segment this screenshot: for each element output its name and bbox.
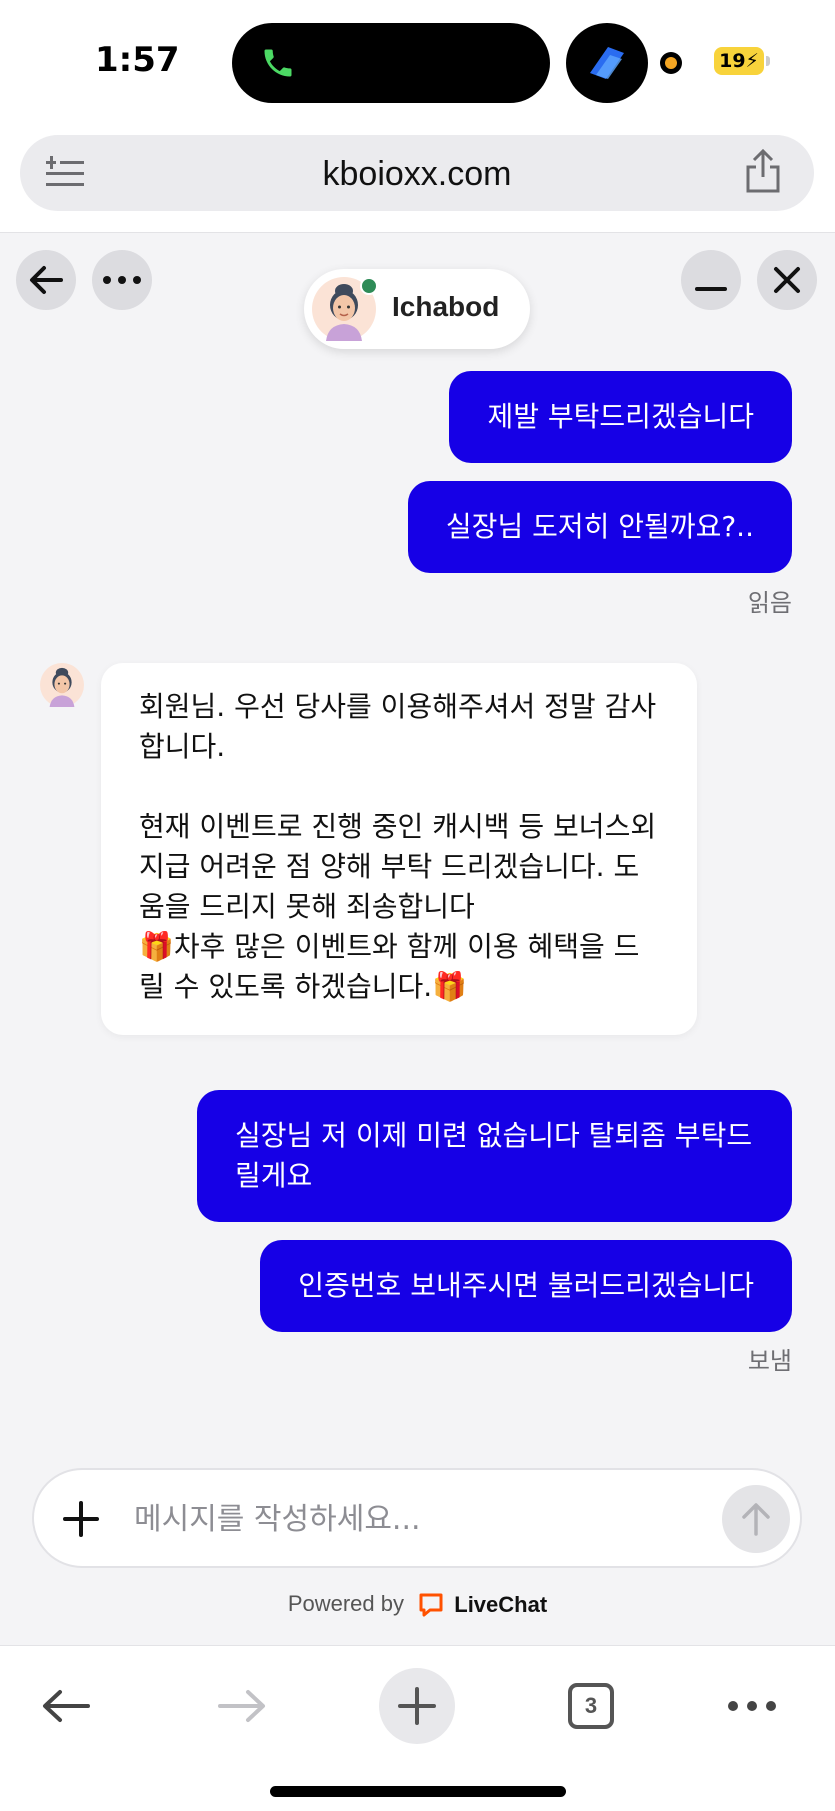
tab-count: 3 [568,1683,614,1729]
browser-forward-button[interactable] [202,1666,282,1746]
agent-avatar-small [40,663,84,707]
message-bubble-visitor: 인증번호 보내주시면 불러드리겠습니다 [260,1240,792,1332]
online-status-dot [360,277,378,295]
new-tab-button[interactable] [379,1668,455,1744]
read-receipt: 읽음 [747,589,792,617]
browser-menu-button[interactable] [712,1666,792,1746]
plus-icon [398,1687,436,1725]
powered-by-footer[interactable]: Powered by LiveChat [0,1591,835,1618]
battery-tip [766,56,770,66]
tabs-button[interactable]: 3 [551,1666,631,1746]
browser-back-button[interactable] [26,1666,106,1746]
phone-call-icon [264,49,292,77]
back-arrow-icon [43,1690,90,1722]
dynamic-island[interactable] [232,23,550,103]
battery-indicator: 19⚡ [714,47,764,75]
message-bubble-agent: 회원님. 우선 당사를 이용해주셔서 정말 감사합니다. 현재 이벤트로 진행 … [101,663,697,1035]
status-bar: 1:57 19⚡ [0,0,835,125]
more-options-button[interactable] [92,250,152,310]
message-bubble-visitor: 실장님 도저히 안될까요?.. [407,481,792,573]
battery-level: 19 [719,50,746,72]
message-bubble-visitor: 제발 부탁드리겠습니다 [449,371,792,463]
app-logo-icon [590,47,624,79]
status-time: 1:57 [95,40,180,80]
message-composer [32,1468,802,1568]
agent-header: Ichabod [304,269,530,349]
share-icon[interactable] [742,149,784,195]
live-activity-app[interactable] [566,23,648,103]
minus-icon [695,287,727,291]
ellipsis-icon [728,1701,776,1711]
livechat-brand: LiveChat [454,1592,548,1618]
message-input[interactable] [134,1496,634,1542]
send-button[interactable] [722,1485,790,1553]
url-bar[interactable]: kboioxx.com [20,135,814,211]
powered-by-label: Powered by [287,1591,404,1616]
livechat-logo-icon [419,1593,443,1617]
close-chat-button[interactable] [757,250,817,310]
message-bubble-visitor: 실장님 저 이제 미련 없습니다 탈퇴좀 부탁드릴게요 [197,1090,792,1222]
ellipsis-icon [103,276,141,284]
back-button[interactable] [16,250,76,310]
close-icon [774,267,800,293]
arrow-up-icon [742,1503,770,1536]
agent-name: Ichabod [392,291,500,322]
chat-window: Ichabod 제발 부탁드리겠습니다 실장님 도저히 안될까요?.. 읽음 회… [0,233,835,1645]
forward-arrow-icon [218,1690,265,1722]
arrow-left-icon [30,266,63,294]
url-text[interactable]: kboioxx.com [20,155,814,194]
home-indicator [270,1786,566,1797]
sent-receipt: 보냄 [747,1347,792,1375]
recording-indicator-icon [660,52,682,74]
browser-toolbar: 3 [0,1645,835,1811]
browser-url-area: kboioxx.com [0,125,835,233]
attach-plus-icon[interactable] [58,1496,104,1542]
minimize-button[interactable] [681,250,741,310]
